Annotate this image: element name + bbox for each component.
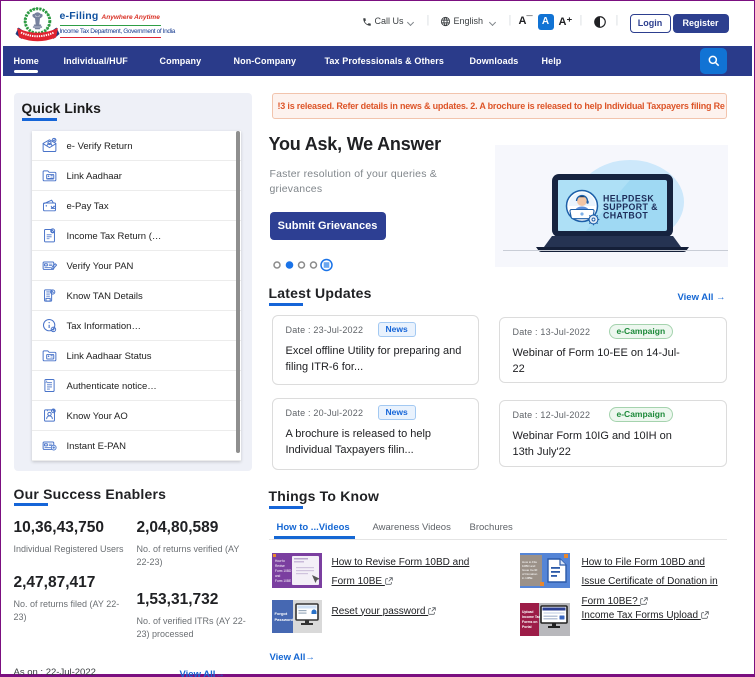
svg-text:CHATBOT: CHATBOT	[603, 210, 648, 220]
svg-text:Form 10BD: Form 10BD	[275, 569, 292, 573]
svg-text:Revise: Revise	[275, 564, 285, 568]
svg-text:Income Tax: Income Tax	[522, 615, 541, 619]
svg-text:Portal: Portal	[522, 625, 532, 629]
svg-text:Form 10BE: Form 10BE	[275, 579, 291, 583]
svg-text:Password: Password	[274, 617, 293, 622]
svg-text:How to: How to	[275, 559, 285, 563]
svg-text:Forgot: Forgot	[274, 611, 287, 616]
svg-text:and: and	[275, 574, 281, 578]
svg-text:Forms on: Forms on	[522, 620, 537, 624]
svg-text:in 10BE: in 10BE	[522, 576, 533, 580]
svg-text:Upload: Upload	[522, 610, 534, 614]
